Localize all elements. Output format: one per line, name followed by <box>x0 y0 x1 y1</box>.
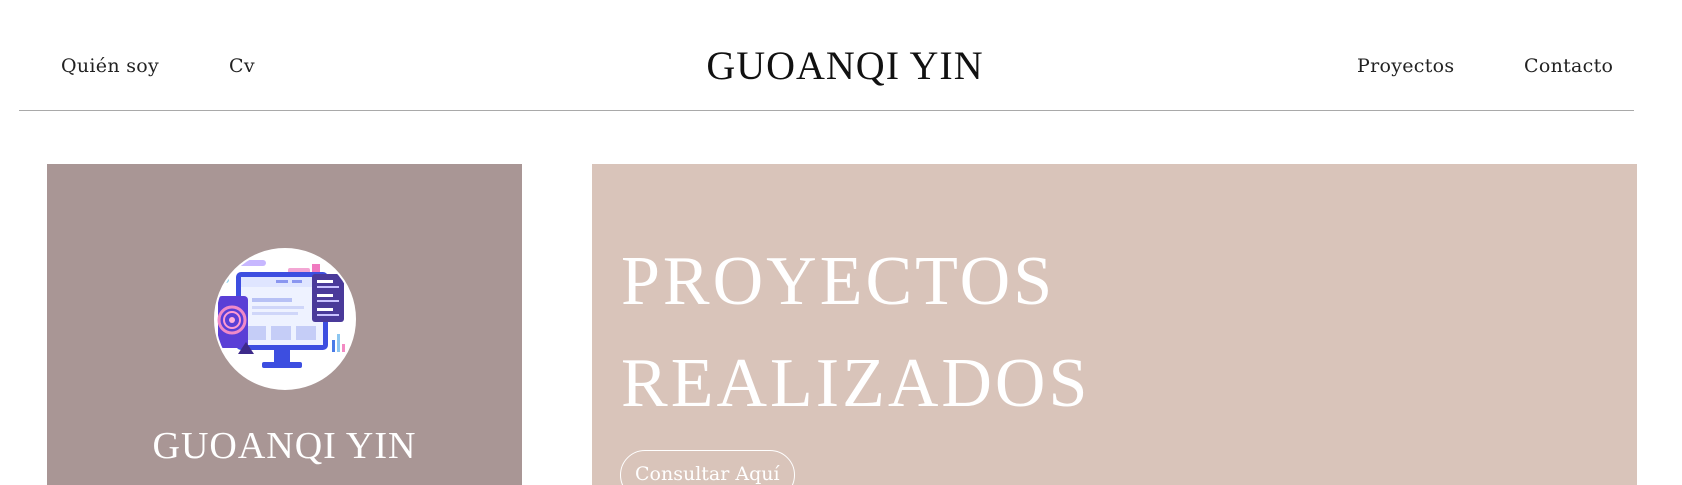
hero-title-line-1: PROYECTOS <box>621 243 1056 320</box>
site-header: Quién soy Cv GUOANQI YIN Proyectos Conta… <box>0 0 1682 112</box>
consult-button[interactable]: Consultar Aquí <box>620 450 795 485</box>
computer-illustration-icon <box>216 250 354 388</box>
projects-hero: PROYECTOS REALIZADOS Consultar Aquí <box>592 164 1637 485</box>
hero-title-line-2: REALIZADOS <box>621 345 1091 422</box>
nav-link-projects[interactable]: Proyectos <box>1357 55 1454 77</box>
avatar <box>214 248 356 390</box>
profile-name: GUOANQI YIN <box>152 425 417 467</box>
profile-card: GUOANQI YIN <box>47 164 522 485</box>
header-divider <box>19 110 1634 111</box>
page: Quién soy Cv GUOANQI YIN Proyectos Conta… <box>0 0 1682 485</box>
nav-link-contact[interactable]: Contacto <box>1524 55 1613 77</box>
